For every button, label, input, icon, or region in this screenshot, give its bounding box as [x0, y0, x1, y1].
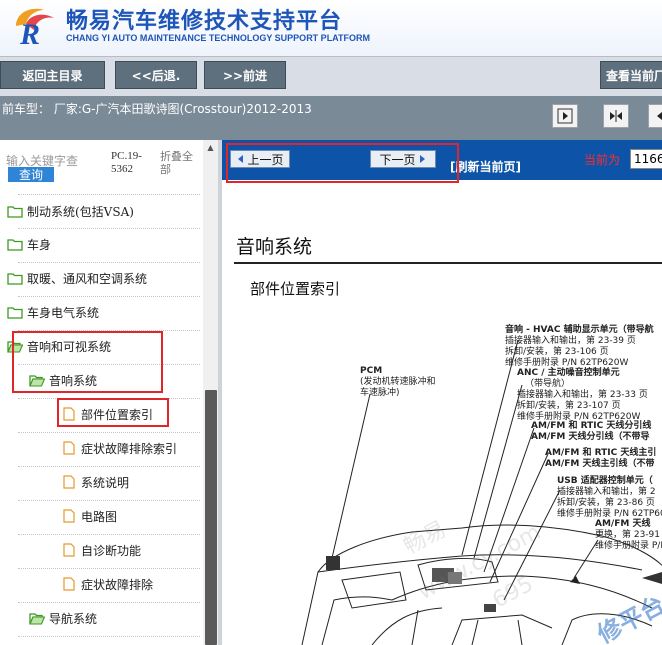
tree-scrollbar[interactable]: ▲ — [203, 140, 218, 645]
tree-item-symptom-troubleshooting[interactable]: 症状故障排除 — [61, 572, 153, 596]
tree-item-label: 取暖、通风和空调系统 — [27, 271, 148, 286]
scroll-thumb[interactable] — [205, 390, 217, 645]
tree-item-system-description[interactable]: 系统说明 — [61, 470, 129, 494]
tree-item-audio-visual[interactable]: 音响和可视系统 — [7, 334, 111, 358]
split-view-button[interactable] — [603, 104, 629, 128]
tree-separator — [18, 194, 200, 195]
tree-separator — [18, 602, 200, 603]
site-title: 畅易汽车维修技术支持平台 — [66, 9, 343, 34]
page-number-input[interactable]: 1166 — [630, 149, 662, 169]
tree-item-component-index[interactable]: 部件位置索引 — [61, 402, 153, 426]
folder-icon — [7, 206, 23, 218]
folder-open-icon — [29, 613, 45, 625]
tree-item-brakes[interactable]: 制动系统(包括VSA) — [7, 199, 134, 223]
vehicle-model-label: 前车型： 厂家:G-广汽本田歌诗图(Crosstour)2012-2013 — [2, 102, 312, 116]
pc-code-label: PC.19-5362 — [111, 150, 142, 175]
folder-open-icon — [7, 341, 23, 353]
tree-item-label: 症状故障排除索引 — [81, 441, 178, 456]
svg-text:R: R — [19, 18, 40, 48]
tree-separator — [18, 432, 200, 433]
tree-item-label: 自诊断功能 — [81, 543, 142, 558]
prev-page-label: 上一页 — [247, 152, 284, 167]
home-button[interactable]: 返回主目录 — [0, 61, 105, 89]
tree-separator — [18, 228, 200, 229]
document-viewer: 音响系统 部件位置索引 PCM (发动机转速脉冲和 车速脉冲) 音响 - HVA… — [222, 180, 662, 645]
page-icon — [63, 509, 75, 523]
tree-separator — [18, 466, 200, 467]
next-page-label: 下一页 — [379, 152, 416, 167]
tree-item-label: 导航系统 — [49, 611, 98, 626]
tree-item-label: 车身电气系统 — [27, 305, 100, 320]
folder-icon — [7, 307, 23, 319]
tree-separator — [18, 330, 200, 331]
tree-separator — [18, 296, 200, 297]
panel-left-button[interactable] — [648, 104, 662, 128]
page-icon — [63, 407, 75, 421]
tree-separator — [18, 262, 200, 263]
logo-icon: R — [16, 8, 54, 48]
tree-item-symptom-index[interactable]: 症状故障排除索引 — [61, 436, 177, 460]
arrow-right-icon — [419, 155, 425, 163]
forward-button[interactable]: >>前进 — [204, 61, 286, 89]
scroll-up-arrow-icon[interactable]: ▲ — [203, 140, 218, 155]
tree-item-label: 症状故障排除 — [81, 577, 154, 592]
tree-item-self-diagnosis[interactable]: 自诊断功能 — [61, 538, 141, 562]
view-manufacturer-home-button[interactable]: 查看当前厂 — [600, 61, 662, 89]
tree-item-label: 电路图 — [81, 509, 118, 524]
model-bar: 前车型： 厂家:G-广汽本田歌诗图(Crosstour)2012-2013 — [0, 96, 662, 140]
nav-bar: 返回主目录 <<后退. >>前进 查看当前厂 — [0, 56, 662, 96]
prev-page-button[interactable]: 上一页 — [230, 150, 290, 168]
split-arrows-icon — [610, 110, 622, 122]
folder-open-icon — [29, 375, 45, 387]
page-icon — [63, 441, 75, 455]
tree-item-hvac[interactable]: 取暖、通风和空调系统 — [7, 266, 147, 290]
tree-item-label: 制动系统(包括VSA) — [27, 204, 134, 219]
folder-icon — [7, 239, 23, 251]
page-icon — [63, 543, 75, 557]
page-icon — [63, 577, 75, 591]
catalog-tree-panel: 输入关键字查 查询 PC.19-5362 折叠全部 制动系统(包括VSA) 车身… — [0, 140, 218, 645]
tree-separator — [18, 568, 200, 569]
tree-item-label: 音响和可视系统 — [27, 339, 112, 354]
tree-separator — [18, 534, 200, 535]
arrow-left-icon — [238, 155, 244, 163]
tree-item-label: 车身 — [27, 237, 52, 252]
current-page-label: 当前为 — [584, 153, 621, 167]
header: R 畅易汽车维修技术支持平台 CHANG YI AUTO MAINTENANCE… — [0, 0, 662, 56]
tree-item-circuit-diagram[interactable]: 电路图 — [61, 504, 117, 528]
tree-item-audio-system[interactable]: 音响系统 — [29, 368, 97, 392]
next-page-button[interactable]: 下一页 — [370, 150, 436, 168]
panel-right-arrow-icon — [557, 108, 573, 124]
search-button[interactable]: 查询 — [8, 167, 54, 182]
panel-left-arrow-icon — [657, 112, 662, 120]
app-window: R 畅易汽车维修技术支持平台 CHANG YI AUTO MAINTENANCE… — [0, 0, 662, 645]
collapse-left-button[interactable] — [552, 104, 578, 128]
tree-item-body-electrical[interactable]: 车身电气系统 — [7, 300, 99, 324]
folder-icon — [7, 273, 23, 285]
tree-item-label: 部件位置索引 — [81, 407, 154, 422]
page-icon — [63, 475, 75, 489]
back-button[interactable]: <<后退. — [115, 61, 197, 89]
tree-separator — [18, 364, 200, 365]
tree-item-label: 系统说明 — [81, 475, 130, 490]
tree-item-navigation-system[interactable]: 导航系统 — [29, 606, 97, 630]
site-subtitle: CHANG YI AUTO MAINTENANCE TECHNOLOGY SUP… — [66, 33, 371, 43]
tree-item-label: 音响系统 — [49, 373, 98, 388]
tree-item-body[interactable]: 车身 — [7, 232, 51, 256]
refresh-page-link[interactable]: [刷新当前页] — [450, 158, 521, 175]
tree-separator — [18, 636, 200, 637]
collapse-all-link[interactable]: 折叠全部 — [160, 150, 198, 176]
tree-separator — [18, 500, 200, 501]
tree-separator — [18, 398, 200, 399]
